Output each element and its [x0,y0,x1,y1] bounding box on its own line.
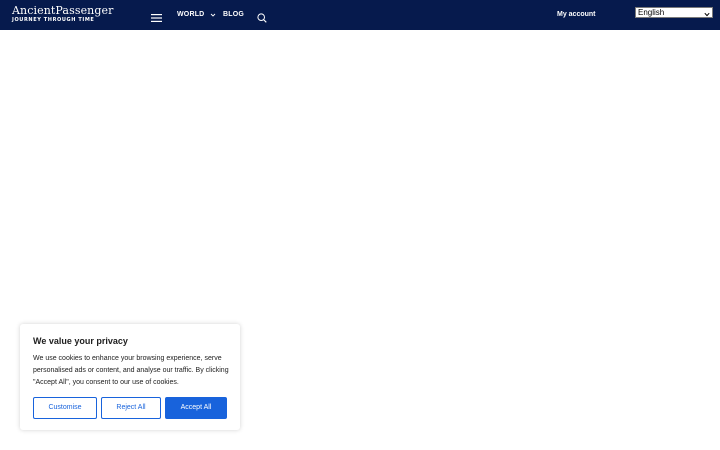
accept-all-button[interactable]: Accept All [165,397,227,419]
nav-item-blog[interactable]: BLOG [223,9,244,21]
site-logo[interactable]: AncientPassenger JOURNEY THROUGH TIME [12,5,122,25]
search-icon[interactable] [257,10,267,23]
language-select-value: English [638,8,665,17]
chevron-down-icon [210,11,216,17]
chevron-down-icon [704,10,710,17]
customise-button[interactable]: Customise [33,397,97,419]
nav-item-world[interactable]: WORLD [177,9,216,21]
language-select[interactable]: English [635,7,713,18]
cookie-banner-title: We value your privacy [33,336,128,346]
hamburger-menu-icon[interactable] [151,10,162,22]
logo-tagline: JOURNEY THROUGH TIME [12,17,95,23]
my-account-link[interactable]: My account [557,9,596,21]
nav-item-world-label: WORLD [177,11,205,18]
logo-title: AncientPassenger [12,4,114,17]
nav-item-blog-label: BLOG [223,11,245,18]
reject-all-button[interactable]: Reject All [101,397,161,419]
cookie-banner-text: We use cookies to enhance your browsing … [33,355,229,386]
site-header: AncientPassenger JOURNEY THROUGH TIME WO… [0,0,720,30]
cookie-consent-banner: We value your privacy We use cookies to … [20,324,240,430]
